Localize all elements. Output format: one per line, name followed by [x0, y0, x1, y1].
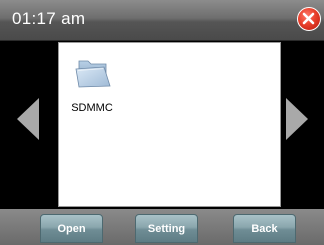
title-bar: 01:17 am — [0, 0, 324, 41]
device-screen: 01:17 am SDMMC Open Setting Back — [0, 0, 324, 245]
setting-button[interactable]: Setting — [135, 214, 198, 243]
open-button[interactable]: Open — [40, 214, 103, 243]
clock-time: 01:17 am — [12, 9, 86, 28]
close-button[interactable] — [297, 7, 321, 31]
folder-icon — [75, 60, 111, 88]
arrow-right-icon — [286, 98, 308, 140]
previous-page-button[interactable] — [17, 98, 39, 140]
close-icon — [302, 12, 315, 25]
file-item-label: SDMMC — [71, 102, 113, 114]
arrow-left-icon — [17, 98, 39, 140]
bottom-toolbar: Open Setting Back — [0, 209, 324, 245]
file-list-pane: SDMMC — [58, 42, 281, 207]
file-item-sdmmc[interactable]: SDMMC — [65, 51, 121, 123]
back-button[interactable]: Back — [233, 214, 296, 243]
next-page-button[interactable] — [286, 98, 308, 140]
